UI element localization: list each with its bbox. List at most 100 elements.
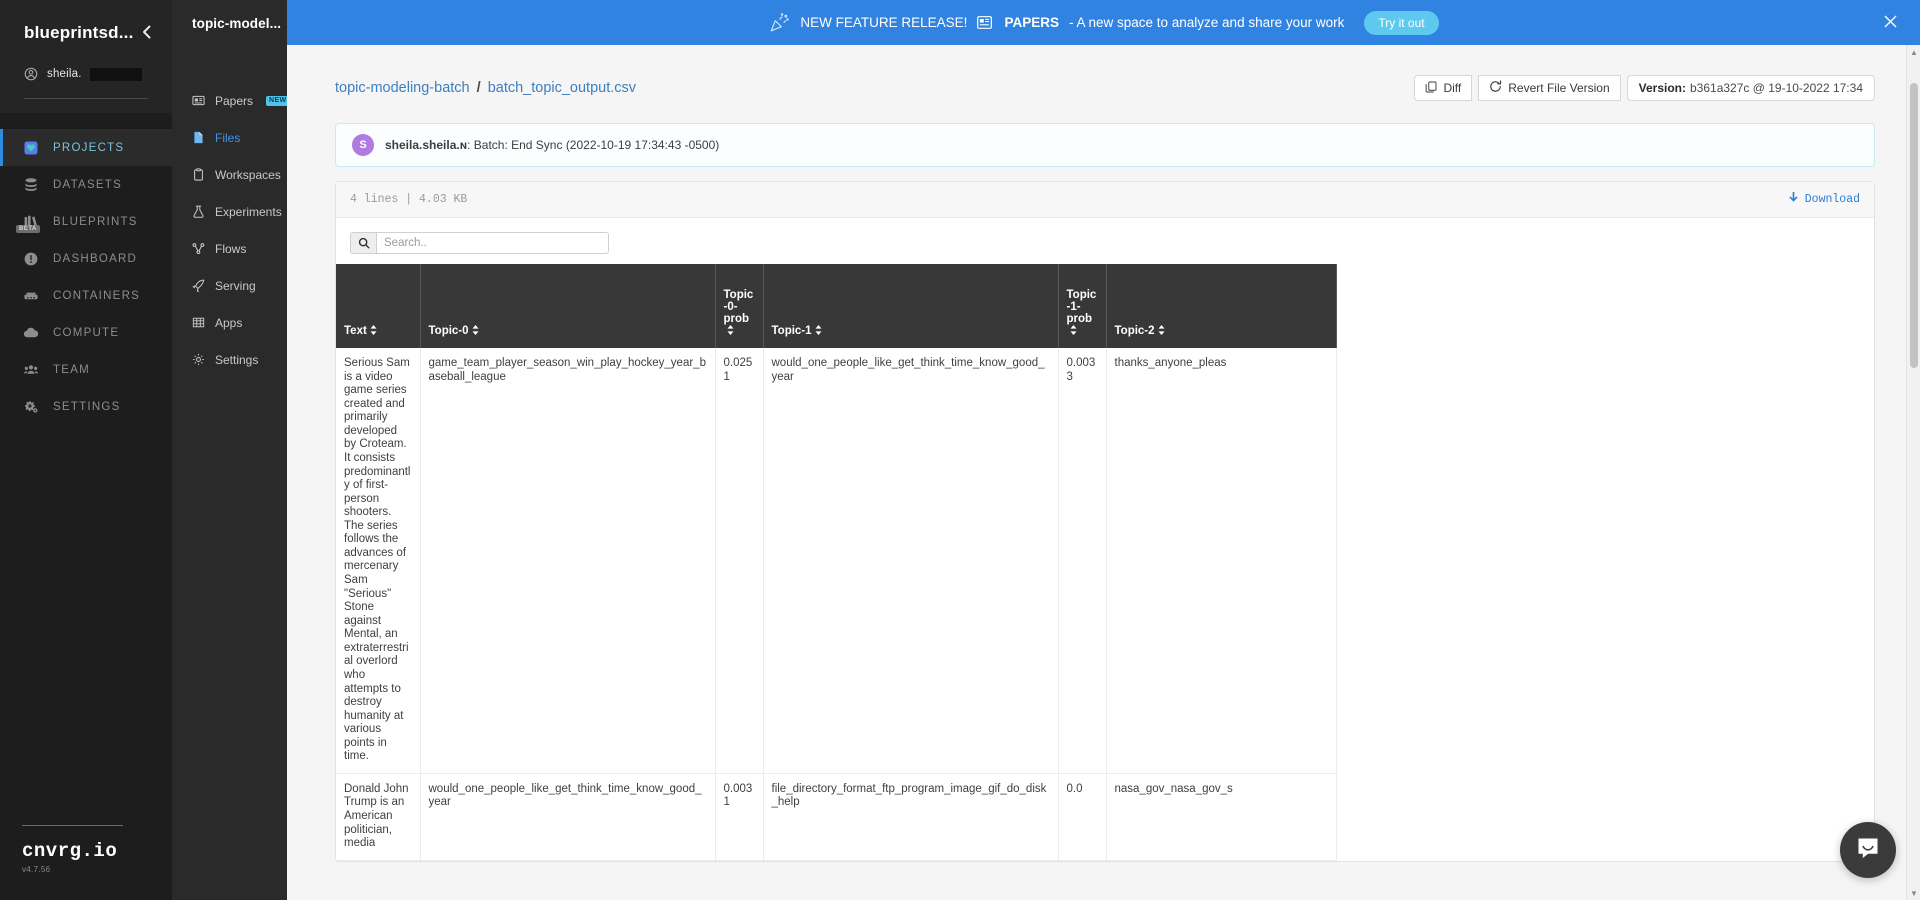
table-header-row: Text Topic-0 Topic-0-prob Topic-1 Topic-… — [336, 264, 1337, 348]
user-row[interactable]: sheila. — [0, 48, 172, 86]
file-info-bar: 4 lines | 4.03 KB Download — [336, 182, 1874, 218]
scrollbar-thumb[interactable] — [1910, 83, 1918, 368]
try-it-out-button[interactable]: Try it out — [1364, 10, 1439, 35]
banner-papers-label: PAPERS — [1004, 15, 1059, 30]
cell-topic0prob: 0.0251 — [715, 348, 764, 774]
sort-updown-icon[interactable] — [727, 325, 734, 338]
breadcrumb-file: batch_topic_output.csv — [487, 80, 637, 96]
blueprints-beta-badge: BETA — [16, 225, 40, 233]
sort-updown-icon[interactable] — [472, 325, 479, 338]
chat-launcher-button[interactable] — [1840, 822, 1896, 878]
search-row — [336, 218, 1874, 264]
cell-topic2: thanks_anyone_pleas — [1106, 348, 1337, 774]
sidebar-item-serving[interactable]: Serving — [172, 267, 287, 304]
csv-table: Text Topic-0 Topic-0-prob Topic-1 Topic-… — [336, 264, 1337, 861]
version-badge[interactable]: Version: b361a327c @ 19-10-2022 17:34 — [1626, 75, 1875, 101]
sidebar-item-workspaces[interactable]: Workspaces — [172, 156, 287, 193]
sidebar-label-papers: Papers — [215, 93, 254, 108]
team-icon — [22, 361, 39, 378]
sort-updown-icon[interactable] — [1070, 325, 1077, 338]
column-label-topic0: Topic-0 — [428, 325, 469, 337]
file-viewer-page: topic-modeling-batch / batch_topic_outpu… — [287, 45, 1920, 862]
footer-divider — [22, 825, 123, 826]
cell-topic0prob: 0.0031 — [715, 773, 764, 861]
column-header-topic2[interactable]: Topic-2 — [1106, 264, 1337, 348]
project-sidebar: topic-model... Papers NEW Files Workspac… — [172, 0, 290, 900]
sidebar-item-compute[interactable]: COMPUTE — [0, 314, 172, 351]
project-title: topic-model... — [192, 16, 282, 31]
column-header-text[interactable]: Text — [336, 264, 421, 348]
sidebar-item-datasets[interactable]: DATASETS — [0, 166, 172, 203]
breadcrumb-project[interactable]: topic-modeling-batch — [335, 80, 470, 96]
cell-topic1: file_directory_format_ftp_program_image_… — [763, 773, 1059, 861]
caret-down-icon[interactable]: ▼ — [1907, 886, 1920, 900]
sidebar-item-team[interactable]: TEAM — [0, 351, 172, 388]
cell-topic1prob: 0.0 — [1058, 773, 1107, 861]
column-header-topic0prob[interactable]: Topic-0-prob — [715, 264, 764, 348]
sort-updown-icon[interactable] — [1158, 325, 1165, 338]
sidebar-label-dashboard: DASHBOARD — [53, 252, 138, 265]
sidebar-item-containers[interactable]: CONTAINERS — [0, 277, 172, 314]
sidebar-item-blueprints[interactable]: BETA BLUEPRINTS — [0, 203, 172, 240]
flows-icon — [192, 242, 205, 255]
column-label-text: Text — [344, 325, 367, 337]
commit-author: sheila.sheila.ɴ — [385, 138, 468, 152]
search-icon — [350, 232, 376, 254]
gear-icon — [192, 353, 205, 366]
column-header-topic0[interactable]: Topic-0 — [420, 264, 716, 348]
sidebar-label-experiments: Experiments — [215, 204, 282, 219]
banner-tagline: - A new space to analyze and share your … — [1068, 15, 1345, 30]
cell-topic0: would_one_people_like_get_think_time_kno… — [420, 773, 716, 861]
org-brand-row: blueprintsd... — [0, 18, 172, 48]
sidebar-item-dashboard[interactable]: DASHBOARD — [0, 240, 172, 277]
search-input[interactable] — [376, 232, 609, 254]
sidebar-label-files: Files — [215, 130, 241, 145]
chevron-left-icon[interactable] — [141, 25, 152, 42]
app-version: v4.7.56 — [22, 865, 51, 874]
caret-up-icon[interactable]: ▲ — [1907, 45, 1920, 59]
sidebar-item-projects[interactable]: PROJECTS — [0, 129, 172, 166]
sidebar-item-apps[interactable]: Apps — [172, 304, 287, 341]
flask-icon — [192, 205, 205, 218]
diff-label: Diff — [1443, 81, 1462, 95]
sidebar-label-containers: CONTAINERS — [53, 289, 141, 302]
page-content: topic-modeling-batch / batch_topic_outpu… — [287, 45, 1920, 900]
sidebar-item-settings[interactable]: SETTINGS — [0, 388, 172, 425]
commit-banner: S sheila.sheila.ɴ: Batch: End Sync (2022… — [335, 123, 1875, 167]
table-row: Donald John Trump is an American politic… — [336, 773, 1337, 861]
org-name: blueprintsd... — [24, 23, 134, 42]
revert-file-version-button[interactable]: Revert File Version — [1478, 75, 1621, 101]
sort-updown-icon[interactable] — [815, 325, 822, 338]
sidebar-label-projects: PROJECTS — [53, 141, 125, 154]
sidebar-label-project-settings: Settings — [215, 352, 259, 367]
sidebar-item-project-settings[interactable]: Settings — [172, 341, 287, 378]
file-icon — [192, 131, 205, 144]
projects-icon — [22, 139, 39, 156]
sidebar-header: blueprintsd... sheila. — [0, 0, 172, 113]
compute-icon — [22, 324, 39, 341]
clipboard-icon — [192, 168, 205, 181]
sidebar-label-settings: SETTINGS — [53, 400, 121, 413]
diff-button[interactable]: Diff — [1414, 75, 1473, 101]
grid-icon — [192, 316, 205, 329]
user-name-redaction — [89, 67, 142, 81]
primary-nav: PROJECTS DATASETS BETA BLUEPRINTS DASHBO… — [0, 129, 172, 425]
column-header-topic1[interactable]: Topic-1 — [763, 264, 1059, 348]
sidebar-label-workspaces: Workspaces — [215, 167, 281, 182]
sidebar-item-papers[interactable]: Papers NEW — [172, 82, 290, 119]
download-button[interactable]: Download — [1788, 191, 1860, 208]
search-group — [350, 232, 609, 254]
copy-icon — [1425, 81, 1437, 96]
party-popper-icon — [768, 12, 790, 34]
column-label-topic1prob: Topic-1-prob — [1066, 289, 1097, 325]
table-row: Serious Sam is a video game series creat… — [336, 348, 1337, 774]
close-icon[interactable] — [1883, 13, 1898, 33]
sidebar-item-experiments[interactable]: Experiments — [172, 193, 287, 230]
primary-sidebar: blueprintsd... sheila. PROJECTS DATASETS… — [0, 0, 172, 900]
sort-updown-icon[interactable] — [370, 325, 377, 338]
sidebar-label-compute: COMPUTE — [53, 326, 120, 339]
column-header-topic1prob[interactable]: Topic-1-prob — [1058, 264, 1107, 348]
sidebar-item-flows[interactable]: Flows — [172, 230, 287, 267]
vertical-scrollbar[interactable]: ▲ ▼ — [1906, 45, 1920, 900]
sidebar-item-files[interactable]: Files — [172, 119, 287, 156]
